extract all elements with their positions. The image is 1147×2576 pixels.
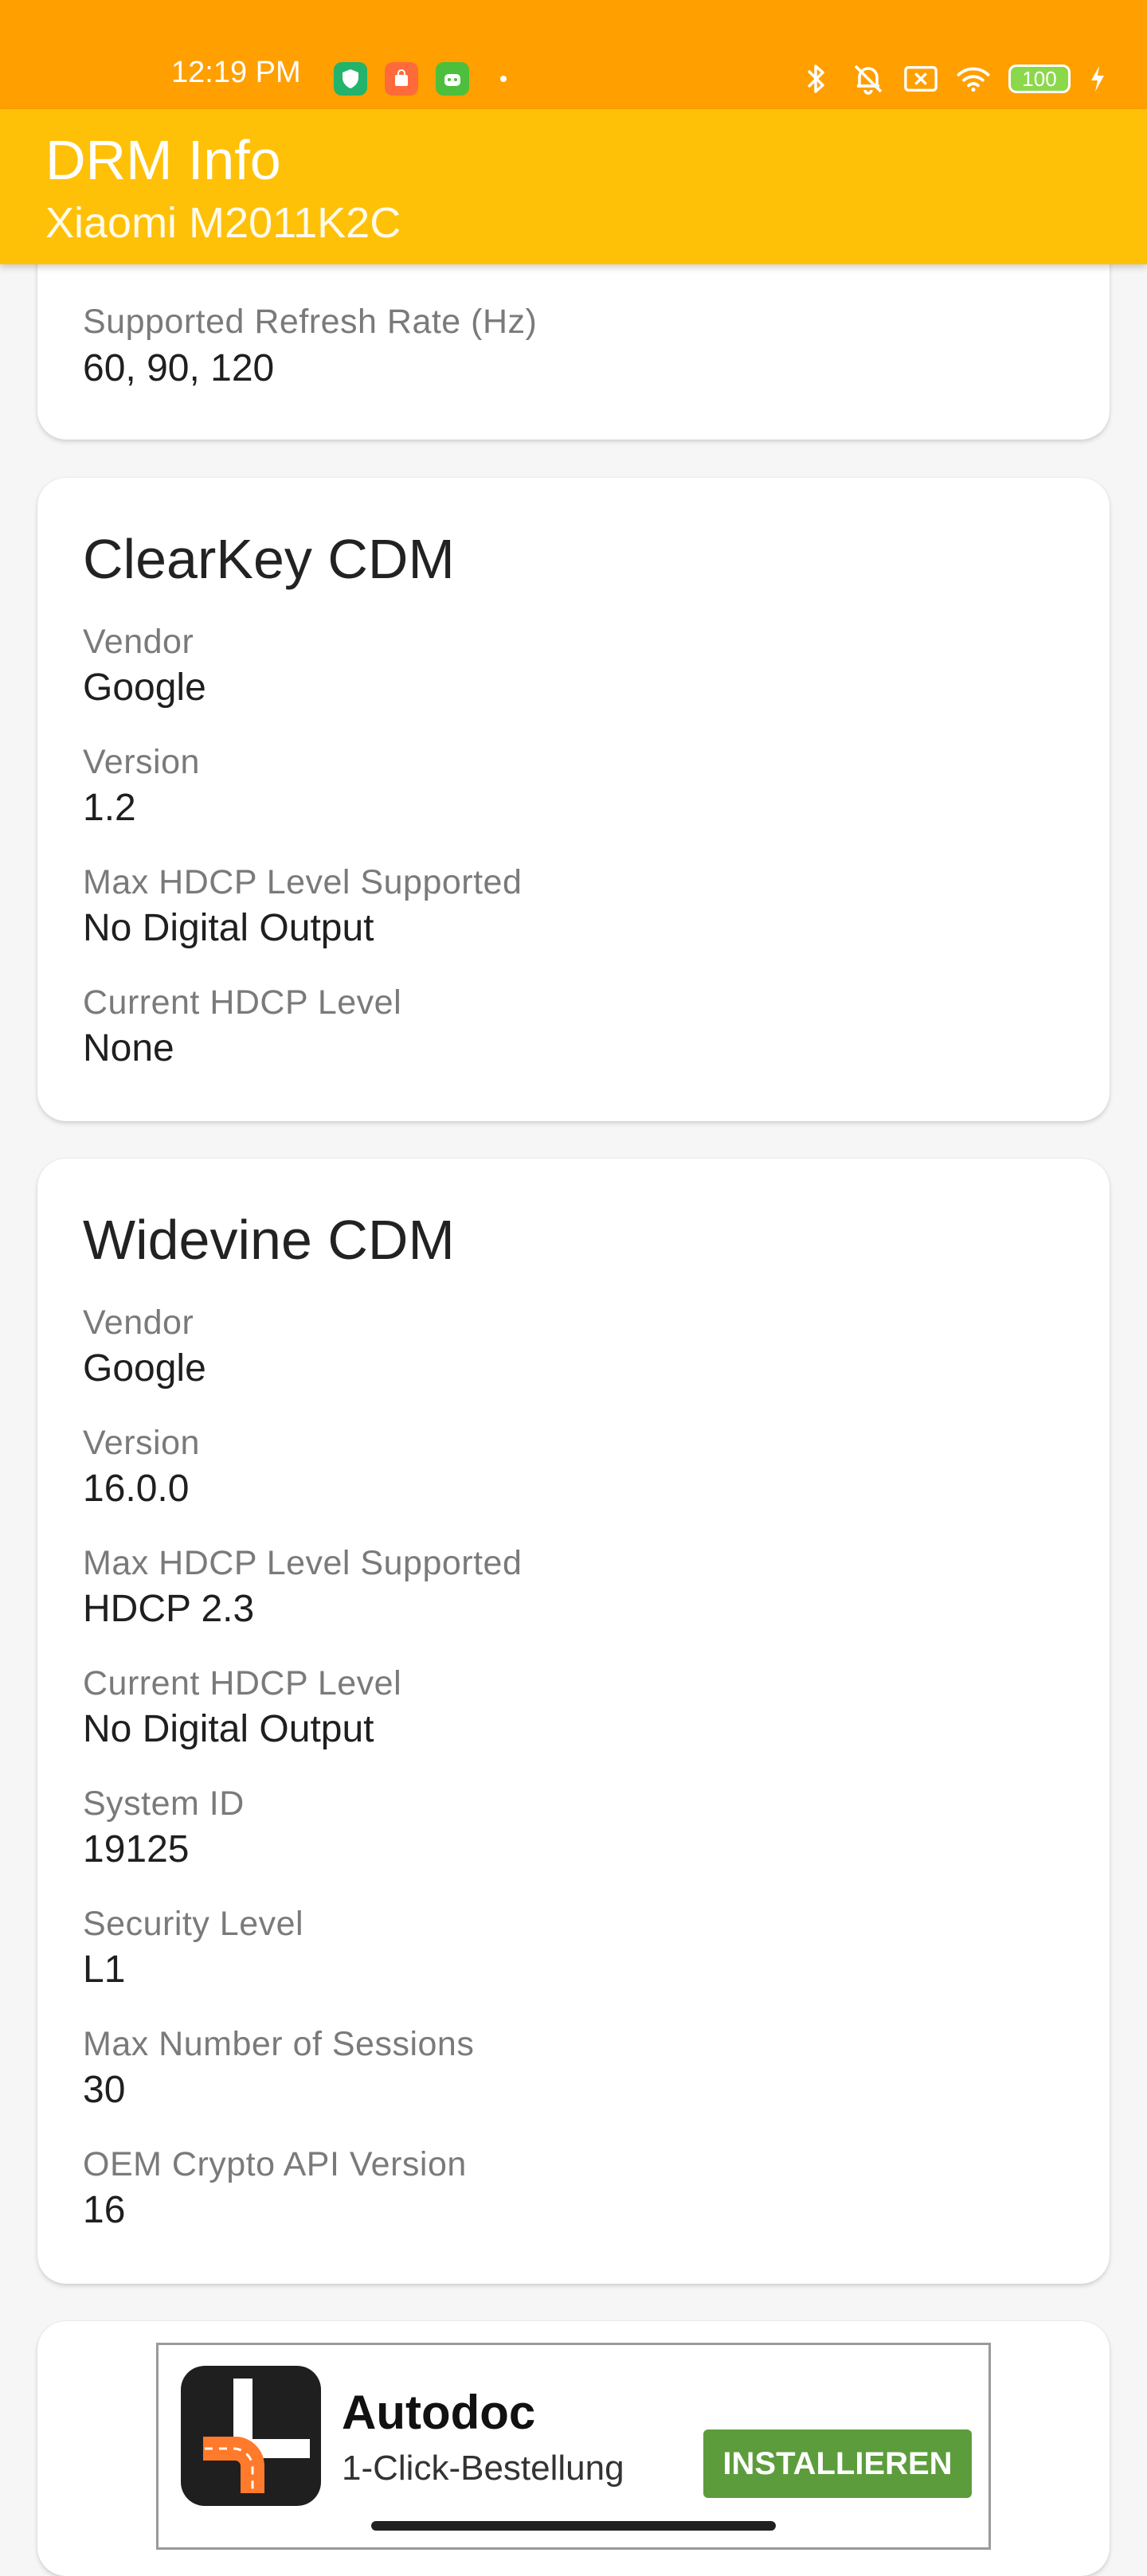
notification-dot xyxy=(500,76,507,82)
autodoc-app-icon[interactable] xyxy=(181,2366,321,2506)
field-value: HDCP 2.3 xyxy=(83,1588,255,1630)
field-label: Security Level xyxy=(83,1905,304,1943)
field-label: Max Number of Sessions xyxy=(83,2025,475,2063)
field-label: Current HDCP Level xyxy=(83,1664,402,1702)
field-label: Vendor xyxy=(83,1304,194,1342)
field-value: 30 xyxy=(83,2069,126,2111)
field-value: 19125 xyxy=(83,1828,190,1870)
bell-off-icon xyxy=(851,61,886,96)
battery-indicator: 100 xyxy=(1008,64,1071,93)
shield-app-icon xyxy=(334,62,367,96)
field-label: Max HDCP Level Supported xyxy=(83,863,523,901)
install-button[interactable]: INSTALLIEREN xyxy=(703,2429,972,2498)
bluetooth-icon xyxy=(798,61,833,96)
widevine-cdm-card: Widevine CDM Vendor Google Version 16.0.… xyxy=(37,1159,1110,2284)
app-title: DRM Info xyxy=(45,129,281,191)
device-subtitle: Xiaomi M2011K2C xyxy=(45,199,401,247)
card-title: ClearKey CDM xyxy=(83,528,455,590)
field-value: Google xyxy=(83,1347,206,1390)
field-value: No Digital Output xyxy=(83,907,374,949)
ad-subtitle: 1-Click-Bestellung xyxy=(342,2449,624,2488)
field-label: OEM Crypto API Version xyxy=(83,2145,467,2183)
field-value: 16.0.0 xyxy=(83,1468,190,1510)
card-title: Widevine CDM xyxy=(83,1209,455,1271)
field-label: Current HDCP Level xyxy=(83,983,402,1022)
field-value: 60, 90, 120 xyxy=(83,347,275,389)
status-time: 12:19 PM xyxy=(171,56,301,89)
field-label: Supported Refresh Rate (Hz) xyxy=(83,303,538,341)
field-value: None xyxy=(83,1027,174,1069)
field-value: Google xyxy=(83,666,206,709)
field-value: 1.2 xyxy=(83,787,136,829)
no-sim-icon xyxy=(903,61,938,96)
clearkey-cdm-card: ClearKey CDM Vendor Google Version 1.2 M… xyxy=(37,478,1110,1121)
robot-app-icon xyxy=(436,62,469,96)
status-bar: 12:19 PM 100 xyxy=(0,0,1147,109)
home-indicator[interactable] xyxy=(371,2521,776,2531)
field-label: Version xyxy=(83,1424,200,1462)
field-value: 16 xyxy=(83,2189,126,2231)
charging-icon xyxy=(1088,61,1107,96)
wifi-icon xyxy=(956,61,991,96)
field-label: System ID xyxy=(83,1784,245,1823)
field-value: No Digital Output xyxy=(83,1708,374,1750)
app-bar: DRM Info Xiaomi M2011K2C xyxy=(0,109,1147,264)
field-label: Vendor xyxy=(83,623,194,661)
ad-title: Autodoc xyxy=(342,2386,536,2439)
field-label: Version xyxy=(83,743,200,781)
status-icons: 100 xyxy=(798,59,1107,99)
shopping-app-icon xyxy=(385,62,418,96)
field-label: Max HDCP Level Supported xyxy=(83,1544,523,1582)
ad-banner[interactable]: Autodoc 1-Click-Bestellung INSTALLIEREN xyxy=(156,2343,991,2550)
field-value: L1 xyxy=(83,1949,126,1991)
